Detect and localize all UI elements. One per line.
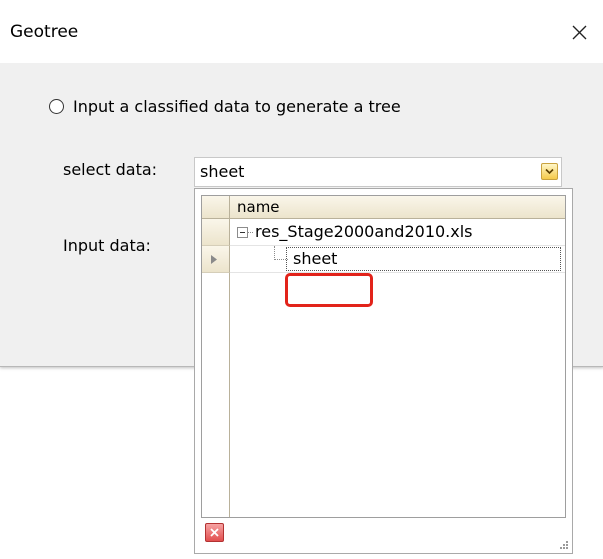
- classified-data-radio[interactable]: [49, 98, 64, 114]
- tree-grid: name res_Stage2000and2010.xls sheet: [201, 195, 566, 518]
- close-icon: [572, 25, 587, 40]
- window-title: Geotree: [10, 22, 79, 42]
- row-header-current[interactable]: [202, 246, 230, 273]
- select-data-label: select data:: [63, 160, 158, 179]
- close-button[interactable]: [563, 16, 595, 48]
- title-bar: Geotree: [0, 0, 603, 63]
- dropdown-panel: name res_Stage2000and2010.xls sheet: [194, 188, 573, 554]
- name-column-header[interactable]: name: [230, 196, 565, 219]
- input-data-label: Input data:: [63, 236, 151, 255]
- clear-button[interactable]: [205, 523, 224, 542]
- tree-node-root[interactable]: res_Stage2000and2010.xls: [230, 219, 565, 246]
- name-column-label: name: [237, 198, 280, 216]
- select-data-value: sheet: [200, 162, 245, 181]
- tree-node-child[interactable]: sheet: [230, 246, 565, 273]
- current-row-indicator-icon: [211, 255, 217, 264]
- collapse-icon[interactable]: [237, 227, 248, 238]
- row-header-column: [202, 273, 230, 517]
- page: Geotree Input a classified data to gener…: [0, 0, 603, 559]
- chevron-down-icon: [545, 168, 554, 175]
- row-header[interactable]: [202, 219, 230, 246]
- dropdown-arrow-button[interactable]: [541, 163, 558, 180]
- select-data-combobox[interactable]: sheet: [194, 157, 562, 187]
- classified-data-option[interactable]: Input a classified data to generate a tr…: [49, 95, 401, 117]
- grid-corner-cell: [202, 196, 230, 219]
- highlight-box: [285, 273, 373, 307]
- clear-icon: [210, 528, 219, 537]
- tree-connector-vertical: [274, 246, 275, 260]
- classified-data-label: Input a classified data to generate a tr…: [73, 96, 401, 116]
- tree-node-root-label: res_Stage2000and2010.xls: [255, 222, 473, 241]
- resize-grip-icon[interactable]: [559, 540, 569, 550]
- tree-node-child-label: sheet: [293, 249, 338, 268]
- tree-connector: [248, 232, 253, 233]
